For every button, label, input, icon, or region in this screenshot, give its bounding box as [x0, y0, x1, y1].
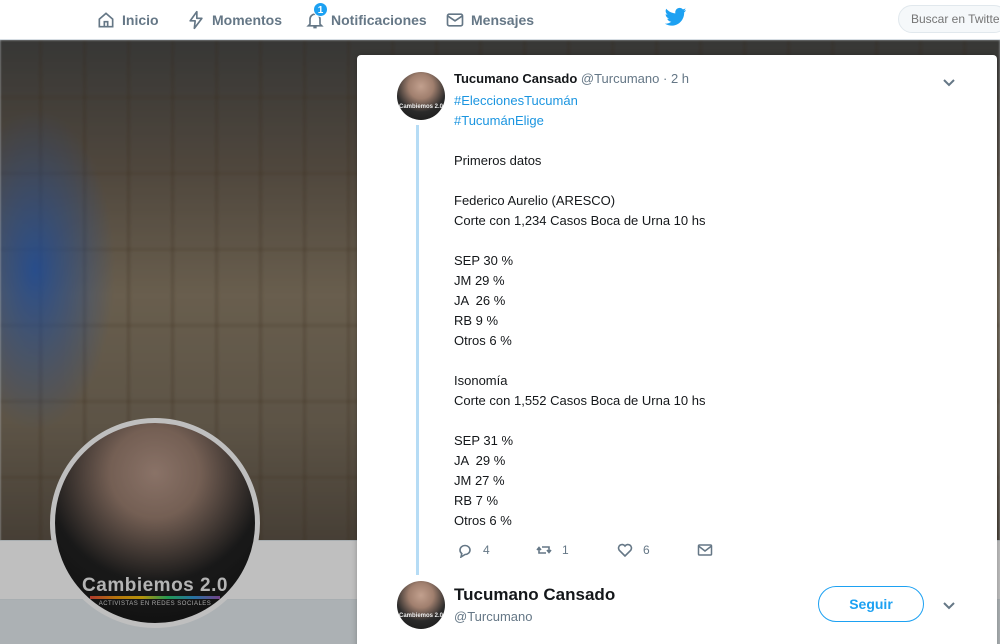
retweet-icon	[536, 546, 552, 554]
nav-home-label: Inicio	[122, 12, 159, 28]
tweet-line: Corte con 1,234 Casos Boca de Urna 10 hs	[454, 213, 706, 228]
thread-connector-line	[416, 125, 419, 575]
user-card-handle[interactable]: @Turcumano	[454, 609, 532, 624]
like-button[interactable]: 6	[617, 542, 650, 558]
heart-icon	[617, 543, 633, 558]
reply-button[interactable]: 4	[457, 542, 490, 558]
envelope-icon	[697, 544, 713, 556]
envelope-icon	[446, 13, 464, 27]
reply-icon	[459, 544, 471, 558]
direct-message-button[interactable]	[697, 542, 713, 558]
hashtag-link[interactable]: #EleccionesTucumán	[454, 91, 954, 111]
tweet-timestamp[interactable]: 2 h	[671, 71, 689, 86]
tweet-avatar-caption: Cambiemos 2.0	[398, 104, 444, 110]
tweet-line: JM 27 %	[454, 473, 505, 488]
retweet-count: 1	[562, 543, 569, 557]
notifications-badge: 1	[313, 2, 328, 17]
tweet-author-name[interactable]: Tucumano Cansado	[454, 71, 577, 86]
lightning-icon	[189, 10, 203, 30]
nav-moments-label: Momentos	[212, 12, 282, 28]
nav-notifications[interactable]: 1 Notificaciones	[305, 0, 427, 40]
tweet-line: JM 29 %	[454, 273, 505, 288]
hashtag-link[interactable]: #TucumánElige	[454, 111, 954, 131]
tweet-header: Tucumano Cansado @Turcumano · 2 h	[454, 71, 689, 86]
home-icon	[98, 12, 114, 28]
user-card-name[interactable]: Tucumano Cansado	[454, 585, 615, 605]
author-user-card: Cambiemos 2.0 Tucumano Cansado @Turcuman…	[357, 575, 997, 644]
nav-moments[interactable]: Momentos	[186, 0, 282, 40]
tweet-line	[454, 411, 954, 431]
top-navigation-bar: Inicio Momentos 1 Notificaciones Mensaje…	[0, 0, 1000, 40]
reply-count: 4	[483, 543, 490, 557]
tweet-line: Isonomía	[454, 373, 508, 388]
search-input[interactable]	[898, 5, 1000, 33]
tweet-separator: ·	[659, 71, 671, 86]
tweet-line: Corte con 1,552 Casos Boca de Urna 10 hs	[454, 393, 706, 408]
tweet-line: RB 7 %	[454, 493, 499, 508]
tweet-line: SEP 31 %	[454, 433, 514, 448]
tweet-author-handle[interactable]: @Turcumano	[581, 71, 659, 86]
user-card-avatar[interactable]: Cambiemos 2.0	[397, 581, 445, 629]
tweet-text: #EleccionesTucumán #TucumánElige Primero…	[454, 91, 954, 531]
like-count: 6	[643, 543, 650, 557]
tweet-line: JA 29 %	[454, 453, 506, 468]
tweet-actions: 4 1 6	[454, 542, 754, 562]
tweet-line: RB 9 %	[454, 313, 499, 328]
retweet-button[interactable]: 1	[536, 542, 569, 558]
nav-notifications-label: Notificaciones	[331, 12, 427, 28]
tweet-line: SEP 30 %	[454, 253, 514, 268]
nav-home[interactable]: Inicio	[96, 0, 159, 40]
tweet-author-avatar[interactable]: Cambiemos 2.0	[397, 72, 445, 120]
tweet-permalink-modal: Cambiemos 2.0 Tucumano Cansado @Turcuman…	[357, 55, 997, 644]
tweet-line: Federico Aurelio (ARESCO)	[454, 193, 616, 208]
user-card-avatar-caption: Cambiemos 2.0	[398, 613, 444, 619]
tweet-line: Otros 6 %	[454, 513, 512, 528]
tweet-line: JA 26 %	[454, 293, 506, 308]
chevron-down-icon[interactable]	[942, 599, 956, 613]
nav-messages-label: Mensajes	[471, 12, 535, 28]
tweet-line: Primeros datos	[454, 153, 542, 168]
twitter-bird-icon[interactable]	[665, 7, 687, 27]
chevron-down-icon[interactable]	[942, 76, 956, 90]
tweet-line	[454, 351, 954, 371]
follow-button[interactable]: Seguir	[818, 586, 924, 622]
tweet-line	[454, 231, 954, 251]
tweet-line	[454, 131, 954, 151]
nav-messages[interactable]: Mensajes	[445, 0, 534, 40]
tweet-line: Otros 6 %	[454, 333, 512, 348]
tweet-line	[454, 171, 954, 191]
